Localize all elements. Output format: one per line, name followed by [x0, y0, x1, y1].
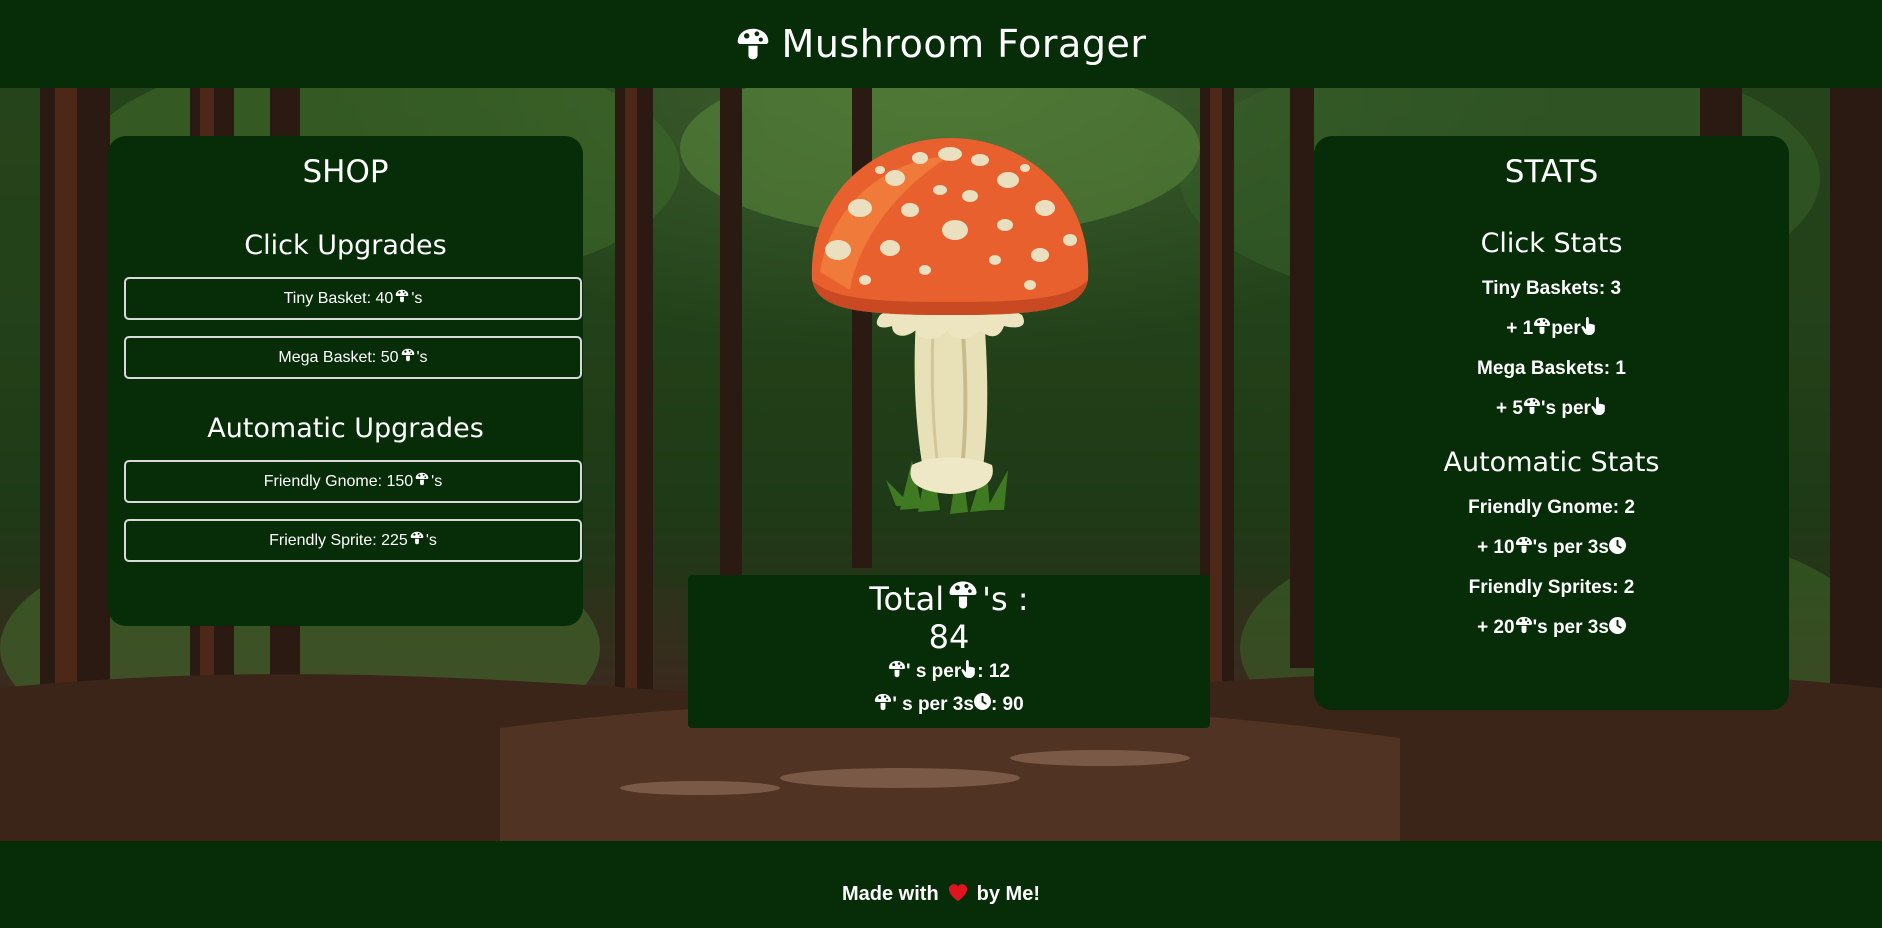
mushroom-icon: [1523, 397, 1541, 421]
mushroom-icon: [948, 580, 978, 618]
clock-icon: [973, 693, 991, 716]
friendly-gnome-rate: + 10 's per 3s: [1314, 528, 1789, 568]
tiny-baskets-count: Tiny Baskets: 3: [1481, 278, 1622, 299]
click-upgrades-title: Click Upgrades: [244, 230, 447, 261]
automatic-upgrades-title: Automatic Upgrades: [207, 413, 484, 444]
mushroom-icon: [736, 27, 770, 61]
automatic-stats-title: Automatic Stats: [1443, 447, 1660, 478]
friendly-sprites-count: Friendly Sprites: 2: [1468, 577, 1635, 598]
mega-baskets-rate: + 5 's per: [1314, 389, 1789, 429]
total-panel: Total 's : 84 ' s per : 12 ' s per 3s : …: [688, 575, 1210, 728]
pointer-hand-icon: [1591, 397, 1607, 421]
mushroom-icon: [1515, 536, 1533, 560]
heart-icon: [947, 882, 969, 908]
app-title: Mushroom Forager: [781, 22, 1147, 66]
mushroom-icon: [888, 660, 906, 684]
mushroom-icon: [410, 531, 424, 550]
friendly-sprites-rate: + 20 's per 3s: [1314, 608, 1789, 648]
buy-tiny-basket-button[interactable]: Tiny Basket: 40 's: [124, 277, 582, 320]
app-header: Mushroom Forager: [0, 0, 1882, 88]
pointer-hand-icon: [1581, 317, 1597, 341]
tiny-baskets-rate: + 1 per: [1314, 309, 1789, 349]
mushroom-icon: [1515, 616, 1533, 640]
mushroom-click-target[interactable]: [800, 130, 1100, 520]
clock-icon: [1608, 616, 1626, 640]
shop-panel: SHOP Click Upgrades Tiny Basket: 40 's M…: [108, 136, 583, 626]
per-time-rate: ' s per 3s : 90: [688, 688, 1210, 721]
mushroom-icon: [395, 289, 409, 308]
friendly-gnome-count: Friendly Gnome: 2: [1468, 497, 1635, 518]
stats-panel: STATS Click Stats Tiny Baskets: 3 + 1 pe…: [1314, 136, 1789, 710]
clock-icon: [1608, 536, 1626, 560]
total-label: Total 's :: [869, 580, 1029, 618]
mega-baskets-count: Mega Baskets: 1: [1477, 358, 1626, 379]
buy-mega-basket-button[interactable]: Mega Basket: 50 's: [124, 336, 582, 379]
amanita-mushroom-icon: [811, 138, 1089, 514]
pointer-hand-icon: [961, 659, 977, 684]
buy-friendly-gnome-button[interactable]: Friendly Gnome: 150 's: [124, 460, 582, 503]
shop-title: SHOP: [302, 154, 389, 190]
footer: Made with by Me!: [0, 841, 1882, 928]
per-click-rate: ' s per : 12: [688, 655, 1210, 688]
mushroom-icon: [415, 472, 429, 491]
stats-title: STATS: [1504, 154, 1599, 190]
mushroom-icon: [1533, 317, 1551, 341]
click-stats-title: Click Stats: [1480, 228, 1623, 259]
total-value: 84: [928, 618, 970, 656]
mushroom-icon: [401, 348, 415, 367]
buy-friendly-sprite-button[interactable]: Friendly Sprite: 225 's: [124, 519, 582, 562]
mushroom-icon: [874, 693, 892, 717]
